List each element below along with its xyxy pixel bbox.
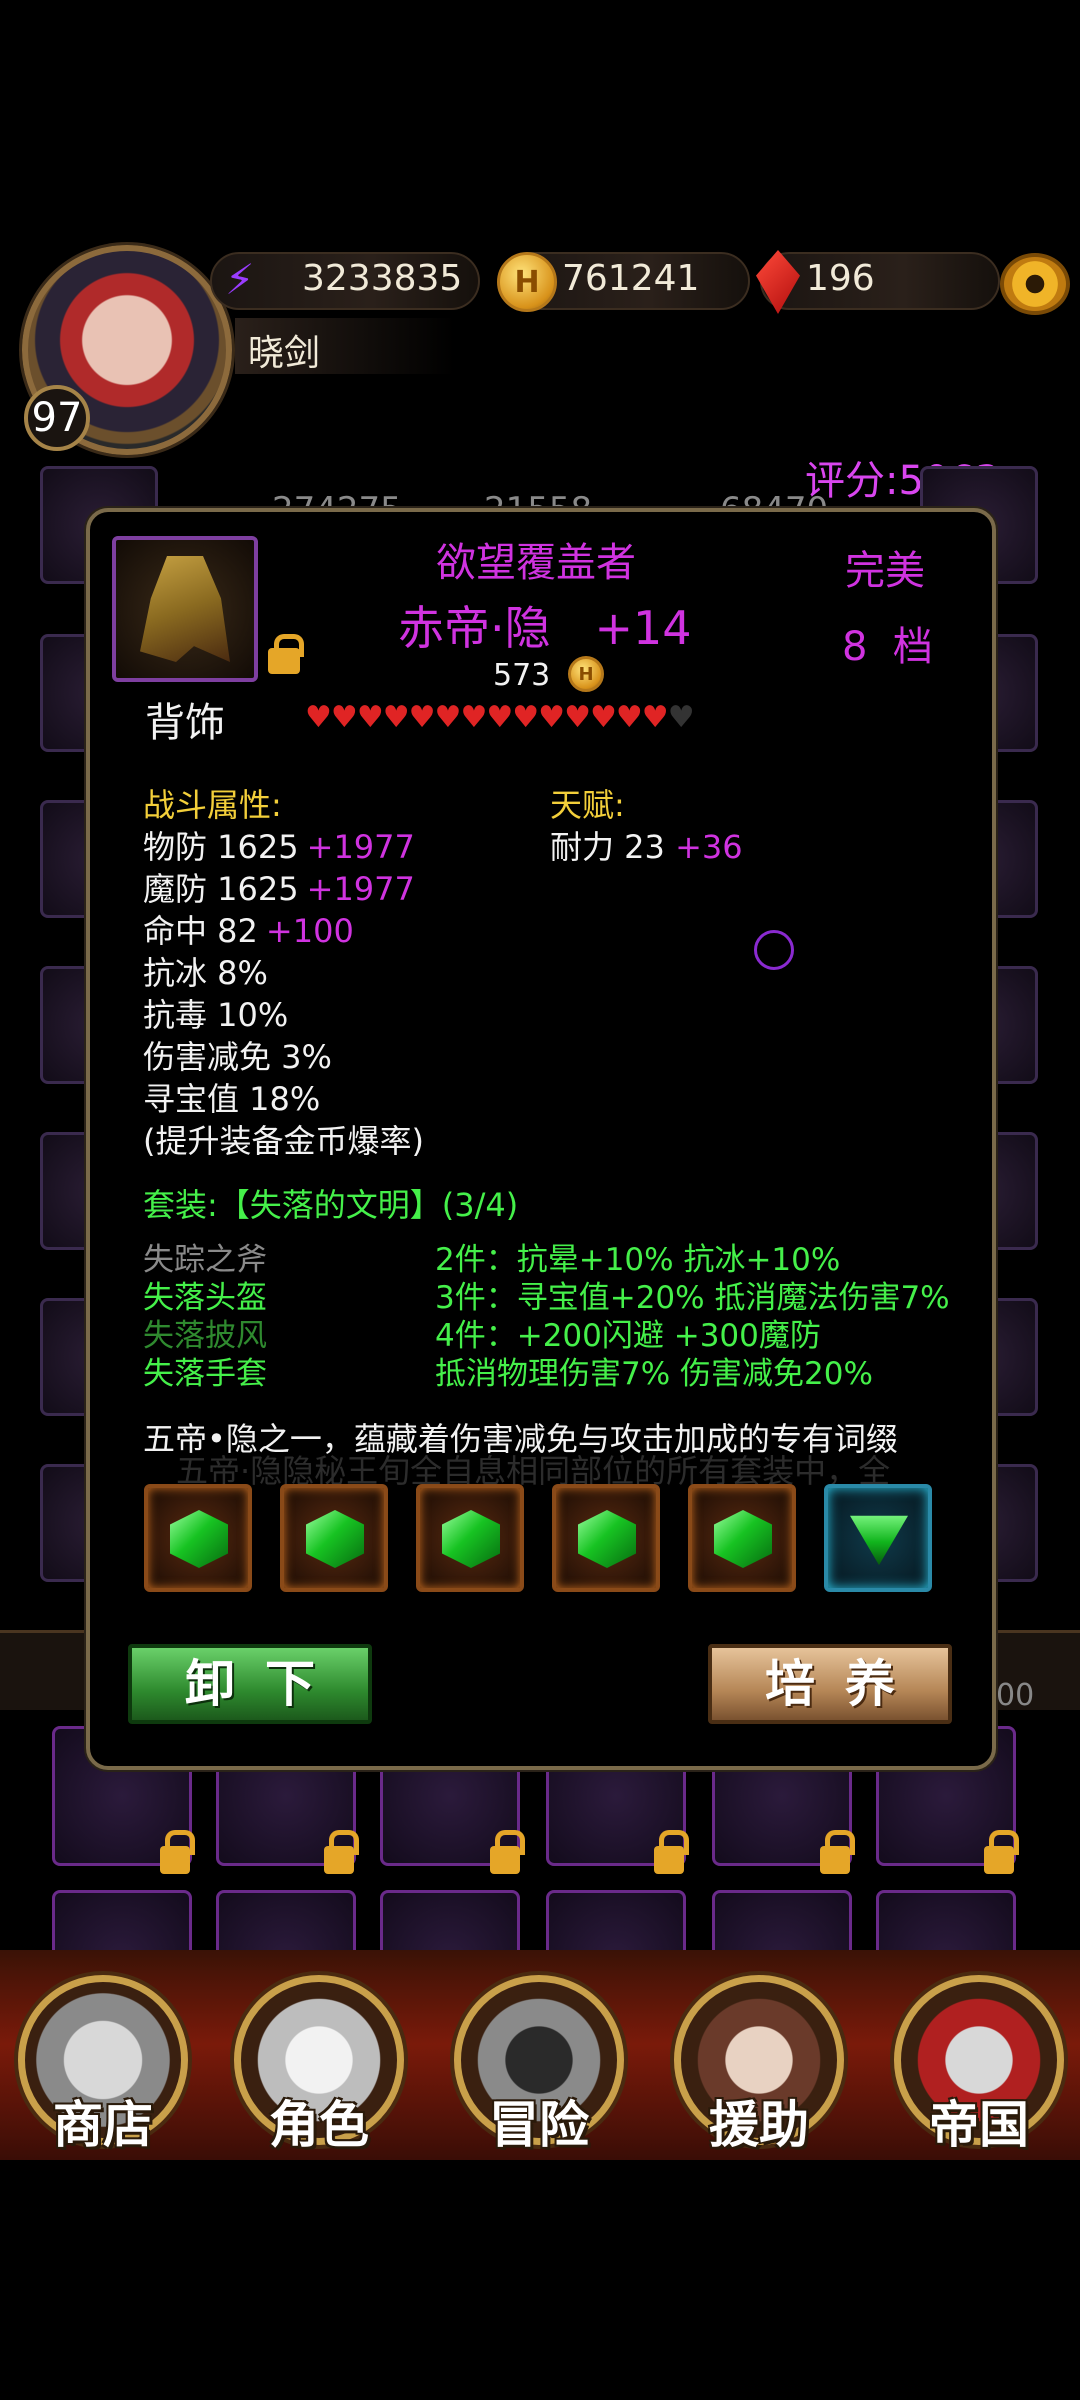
combat-stat-line: (提升装备金币爆率) <box>143 1116 424 1162</box>
heart-filled-icon: ♥ <box>460 700 487 735</box>
combat-stat-line: 命中 82 +100 <box>143 906 354 952</box>
combat-stat-label: 伤害减免 3% <box>143 1038 332 1076</box>
green-gem-icon <box>170 1510 228 1568</box>
heart-filled-icon: ♥ <box>356 700 384 735</box>
item-grade: 8 档 <box>842 624 933 670</box>
gem-slot[interactable] <box>552 1484 660 1592</box>
combat-stat-label: (提升装备金币爆率) <box>143 1122 424 1160</box>
heart-filled-icon: ♥ <box>408 700 436 735</box>
lock-icon <box>160 1830 195 1874</box>
gold-value: 761241 <box>562 258 700 299</box>
gem-slot-special[interactable] <box>824 1484 932 1592</box>
gem-slot[interactable] <box>280 1484 388 1592</box>
nav-character-label: 角色 <box>269 2095 369 2154</box>
player-name: 晓剑 <box>248 333 321 374</box>
gem-slot[interactable] <box>144 1484 252 1592</box>
talent-line: 耐力 23 +36 <box>550 822 743 868</box>
green-gem-icon <box>442 1510 500 1568</box>
combat-stat-label: 魔防 1625 <box>143 870 299 908</box>
talent-title: 天赋: <box>550 786 625 824</box>
touch-indicator <box>754 930 794 970</box>
set-piece: 失落手套 <box>143 1356 267 1392</box>
power-value: 3233835 <box>302 258 463 299</box>
green-gem-icon <box>714 1510 772 1568</box>
item-lock-icon[interactable] <box>268 634 304 674</box>
star-rating: ♥♥♥♥♥♥♥♥♥♥♥♥♥♥♥ <box>305 700 695 735</box>
green-gem-icon <box>306 1510 364 1568</box>
gem-slot[interactable] <box>688 1484 796 1592</box>
item-subtitle: 欲望覆盖者 <box>436 540 636 586</box>
lock-icon <box>490 1830 525 1874</box>
heart-empty-icon: ♥ <box>667 700 695 735</box>
unequip-button[interactable]: 卸下 <box>128 1644 372 1724</box>
heart-filled-icon: ♥ <box>434 700 462 735</box>
lock-icon <box>820 1830 855 1874</box>
item-quality: 完美 <box>845 548 925 594</box>
heart-filled-icon: ♥ <box>641 700 669 735</box>
combat-stat-label: 抗毒 10% <box>143 996 289 1034</box>
level-badge: 97 <box>24 385 90 451</box>
settings-gear-icon[interactable] <box>1000 253 1070 315</box>
lock-icon <box>984 1830 1019 1874</box>
price-coin-icon: H <box>568 656 604 692</box>
heart-filled-icon: ♥ <box>512 700 539 735</box>
combat-stat-line: 抗毒 10% <box>143 990 288 1036</box>
lock-icon <box>324 1830 359 1874</box>
heart-filled-icon: ♥ <box>538 700 565 735</box>
combat-stat-bonus: +1977 <box>306 828 415 866</box>
combat-stat-label: 物防 1625 <box>143 828 299 866</box>
nav-adventure-label: 冒险 <box>489 2095 589 2154</box>
nav-empire-label: 帝国 <box>929 2095 1029 2154</box>
heart-filled-icon: ♥ <box>382 700 410 735</box>
combat-stat-line: 伤害减免 3% <box>143 1032 332 1078</box>
gem-slot[interactable] <box>416 1484 524 1592</box>
combat-stat-bonus: +1977 <box>306 870 415 908</box>
heart-filled-icon: ♥ <box>486 700 513 735</box>
green-gem-icon <box>578 1510 636 1568</box>
gem-value: 196 <box>806 258 875 299</box>
power-icon: ⚡ <box>225 255 255 304</box>
heart-filled-icon: ♥ <box>330 700 358 735</box>
lock-icon <box>654 1830 689 1874</box>
combat-stat-bonus: +100 <box>265 912 354 950</box>
combat-stat-label: 抗冰 8% <box>143 954 268 992</box>
nav-assist-label: 援助 <box>709 2095 809 2154</box>
combat-stat-label: 命中 82 <box>143 912 258 950</box>
heart-filled-icon: ♥ <box>615 700 643 735</box>
combat-stat-line: 魔防 1625 +1977 <box>143 864 415 910</box>
nav-shop-label: 商店 <box>53 2095 153 2154</box>
cultivate-button[interactable]: 培养 <box>708 1644 952 1724</box>
item-slot-type: 背饰 <box>145 700 225 746</box>
combat-stat-line: 物防 1625 +1977 <box>143 822 415 868</box>
green-triangle-gem-icon <box>850 1515 908 1566</box>
heart-filled-icon: ♥ <box>305 700 332 735</box>
combat-stat-line: 抗冰 8% <box>143 948 268 994</box>
combat-title: 战斗属性: <box>143 786 282 824</box>
gold-coin-icon: H <box>497 252 557 312</box>
item-name: 赤帝·隐 +14 <box>398 601 692 655</box>
set-bonus: 抵消物理伤害7% 伤害减免20% <box>435 1356 873 1392</box>
combat-stat-line: 寻宝值 18% <box>143 1074 320 1120</box>
bg-value: 00 <box>996 1678 1035 1713</box>
talent-label: 耐力 23 <box>550 828 665 866</box>
combat-stat-label: 寻宝值 18% <box>143 1080 321 1118</box>
heart-filled-icon: ♥ <box>564 700 591 735</box>
heart-filled-icon: ♥ <box>589 700 617 735</box>
talent-bonus: +36 <box>675 828 743 866</box>
item-price: 573 <box>493 658 551 693</box>
set-title: 套装:【失落的文明】(3/4) <box>143 1186 519 1224</box>
